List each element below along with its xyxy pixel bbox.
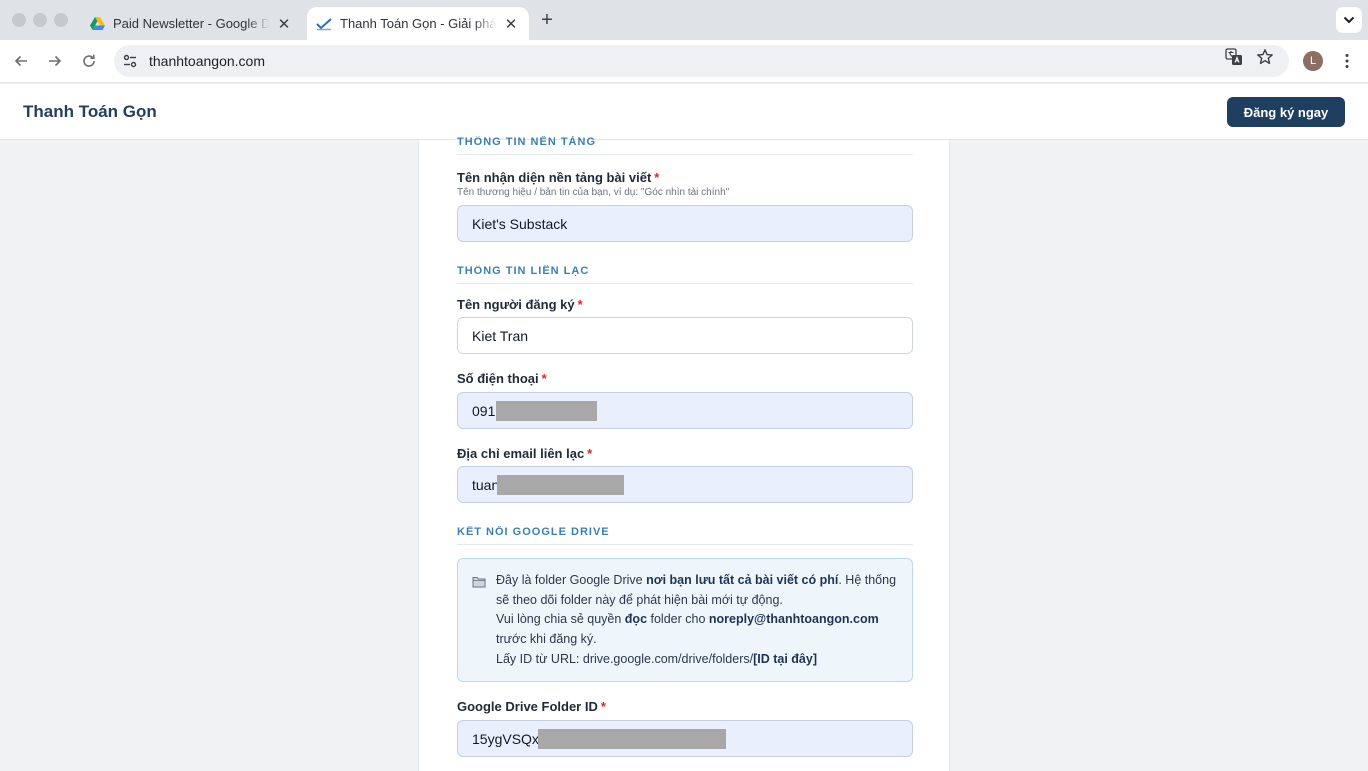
required-asterisk: * — [600, 699, 606, 714]
tab-search-chevron-icon[interactable] — [1336, 7, 1362, 33]
profile-avatar[interactable]: L — [1303, 51, 1323, 71]
platform-name-label: Tên nhận diện nền tảng bài viết * — [457, 170, 660, 185]
browser-tab-strip: Paid Newsletter - Google Drive ✕ Thanh T… — [0, 0, 1368, 40]
bookmark-star-icon[interactable] — [1255, 47, 1275, 67]
register-now-button[interactable]: Đăng ký ngay — [1227, 97, 1345, 127]
registration-form-card: THÔNG TIN NỀN TẢNG Tên nhận diện nền tản… — [418, 136, 950, 771]
address-bar[interactable]: thanhtoangon.com — [114, 45, 1289, 77]
phone-input[interactable]: 091( — [457, 392, 913, 429]
required-asterisk: * — [654, 170, 660, 185]
window-zoom-dot[interactable] — [54, 13, 68, 27]
drive-info-line-2: Vui lòng chia sẻ quyền đọc folder cho no… — [496, 612, 879, 647]
section-heading-contact: THÔNG TIN LIÊN LẠC — [457, 265, 913, 284]
redaction-block — [537, 728, 726, 749]
required-asterisk: * — [577, 297, 583, 312]
url-text: thanhtoangon.com — [149, 53, 265, 69]
window-close-dot[interactable] — [12, 13, 26, 27]
email-label: Địa chỉ email liên lạc * — [457, 446, 593, 461]
required-asterisk: * — [541, 371, 547, 386]
redaction-block — [496, 400, 598, 421]
drive-info-line-1: Đây là folder Google Drive nơi bạn lưu t… — [496, 573, 897, 607]
tab-title: Thanh Toán Gọn - Giải pháp thanh toán — [340, 16, 497, 31]
google-drive-icon — [89, 16, 105, 32]
forward-arrow-icon[interactable] — [43, 49, 67, 73]
site-settings-icon[interactable] — [122, 53, 138, 69]
drive-info-line-3: Lấy ID từ URL: drive.google.com/drive/fo… — [496, 651, 817, 666]
close-tab-icon[interactable]: ✕ — [501, 14, 521, 34]
tab-thanh-toan-gon[interactable]: Thanh Toán Gọn - Giải pháp thanh toán ✕ — [307, 7, 529, 40]
drive-folder-id-label: Google Drive Folder ID * — [457, 699, 606, 714]
drive-folder-id-input[interactable]: 15ygVSQx — [457, 720, 913, 757]
tab-title: Paid Newsletter - Google Drive — [113, 16, 270, 31]
section-heading-platform: THÔNG TIN NỀN TẢNG — [457, 136, 913, 155]
site-check-icon — [316, 16, 332, 32]
required-asterisk: * — [587, 446, 593, 461]
platform-name-input[interactable]: Kiet's Substack — [457, 205, 913, 242]
registrant-name-label: Tên người đăng ký * — [457, 297, 583, 312]
section-heading-google-drive: KẾT NỐI GOOGLE DRIVE — [457, 526, 913, 545]
window-minimize-dot[interactable] — [33, 13, 47, 27]
new-tab-plus-icon[interactable]: + — [536, 9, 558, 31]
reload-icon[interactable] — [77, 49, 101, 73]
platform-name-hint: Tên thương hiệu / bản tin của bạn, ví dụ… — [457, 187, 730, 198]
tab-google-drive[interactable]: Paid Newsletter - Google Drive ✕ — [80, 7, 302, 40]
browser-toolbar: thanhtoangon.com L — [0, 40, 1368, 83]
drive-info-text: Đây là folder Google Drive nơi bạn lưu t… — [496, 571, 906, 670]
redaction-block — [497, 474, 625, 495]
site-header: Thanh Toán Gọn Đăng ký ngay — [0, 84, 1368, 140]
translate-icon[interactable] — [1224, 47, 1244, 67]
email-input[interactable]: tuan — [457, 466, 913, 503]
drive-info-box: Đây là folder Google Drive nơi bạn lưu t… — [457, 558, 913, 682]
close-tab-icon[interactable]: ✕ — [274, 14, 294, 34]
registrant-name-input[interactable]: Kiet Tran — [457, 317, 913, 354]
phone-label: Số điện thoại * — [457, 371, 547, 386]
back-arrow-icon[interactable] — [9, 49, 33, 73]
brand-logo-text[interactable]: Thanh Toán Gọn — [23, 102, 157, 122]
browser-menu-icon[interactable] — [1337, 50, 1357, 72]
folder-icon — [472, 575, 486, 589]
